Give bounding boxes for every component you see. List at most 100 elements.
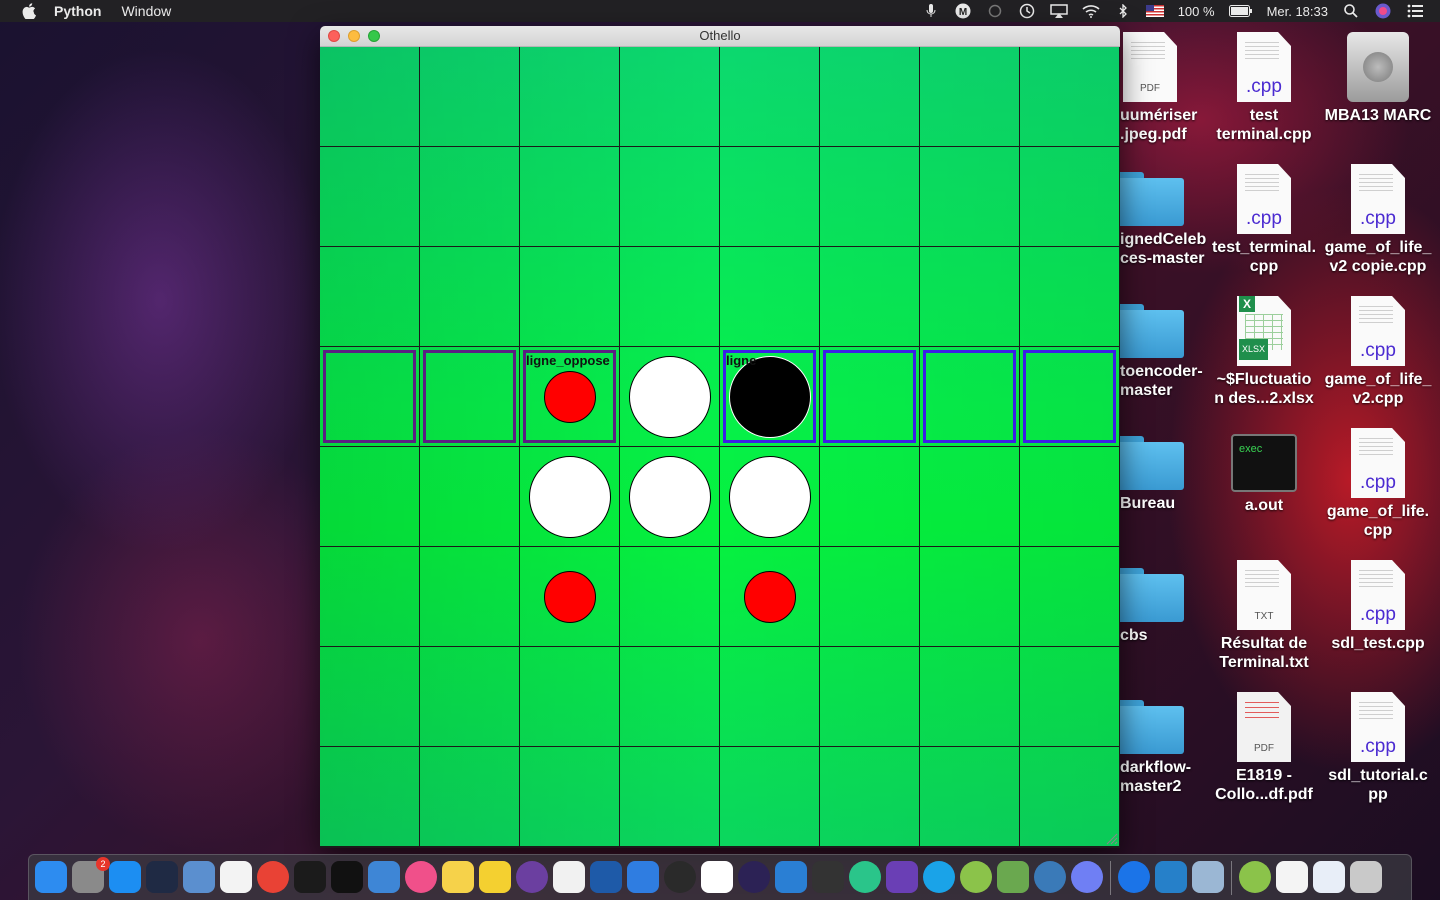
board-cell[interactable] <box>1020 47 1120 147</box>
desktop-item-txt[interactable]: TXT Résultat de Terminal.txt <box>1206 560 1322 672</box>
desktop-item-xlsx[interactable]: X XLSX ~$Fluctuatio n des...2.xlsx <box>1206 296 1322 408</box>
finder-icon[interactable] <box>35 861 67 893</box>
calendar-icon[interactable] <box>220 861 252 893</box>
board-cell[interactable] <box>620 547 720 647</box>
board-cell[interactable] <box>420 147 520 247</box>
board-cell[interactable] <box>1020 747 1120 847</box>
board-cell[interactable] <box>420 47 520 147</box>
app-store-icon[interactable] <box>109 861 141 893</box>
trash-icon[interactable] <box>1350 861 1382 893</box>
board-cell[interactable] <box>820 547 920 647</box>
board-cell[interactable] <box>720 447 820 547</box>
board-cell[interactable] <box>720 547 820 647</box>
board-cell[interactable]: ligne <box>720 347 820 447</box>
battery-percent[interactable]: 100 % <box>1178 4 1215 19</box>
window-titlebar[interactable]: Othello <box>320 26 1120 47</box>
board-cell[interactable] <box>520 147 620 247</box>
board-cell[interactable] <box>820 747 920 847</box>
board-cell[interactable] <box>720 47 820 147</box>
board-cell[interactable] <box>520 547 620 647</box>
file-icon[interactable] <box>1313 861 1345 893</box>
skype-icon[interactable] <box>923 861 955 893</box>
document-icon[interactable] <box>1276 861 1308 893</box>
board-cell[interactable] <box>420 647 520 747</box>
board-cell[interactable] <box>620 347 720 447</box>
preview-icon[interactable] <box>183 861 215 893</box>
board-cell[interactable] <box>620 447 720 547</box>
airplay-icon[interactable] <box>1049 3 1068 19</box>
board-cell[interactable] <box>620 647 720 747</box>
board-cell[interactable] <box>320 747 420 847</box>
board-cell[interactable] <box>920 647 1020 747</box>
board-cell[interactable] <box>820 647 920 747</box>
board-cell[interactable] <box>720 247 820 347</box>
desktop-item-cpp[interactable]: .cpp game_of_life_ v2 copie.cpp <box>1320 164 1436 276</box>
bluetooth-icon[interactable] <box>1114 3 1132 19</box>
board-cell[interactable] <box>620 147 720 247</box>
board-cell[interactable] <box>920 47 1020 147</box>
board-cell[interactable] <box>420 247 520 347</box>
board-cell[interactable] <box>320 647 420 747</box>
othello-board[interactable]: ligne_oppose ligne <box>320 47 1120 847</box>
chrome-icon[interactable] <box>257 861 289 893</box>
board-cell[interactable] <box>320 447 420 547</box>
board-cell[interactable] <box>1020 547 1120 647</box>
board-cell[interactable] <box>420 447 520 547</box>
app-menu-python[interactable]: Python <box>54 3 101 19</box>
board-cell[interactable] <box>520 247 620 347</box>
notification-center-icon[interactable] <box>1406 3 1424 19</box>
time-machine-icon[interactable] <box>1018 3 1036 19</box>
board-cell[interactable] <box>1020 447 1120 547</box>
wifi-icon[interactable] <box>1082 3 1100 19</box>
atom-icon[interactable] <box>849 861 881 893</box>
board-cell[interactable] <box>320 347 420 447</box>
github-icon[interactable] <box>516 861 548 893</box>
board-cell[interactable] <box>620 47 720 147</box>
battery-icon[interactable] <box>1228 3 1253 19</box>
menubar-clock[interactable]: Mer. 18:33 <box>1267 4 1328 19</box>
eclipse-icon[interactable] <box>738 861 770 893</box>
board-cell[interactable] <box>920 347 1020 447</box>
board-cell[interactable] <box>1020 147 1120 247</box>
board-cell[interactable] <box>820 147 920 247</box>
board-cell[interactable] <box>920 547 1020 647</box>
textedit-icon[interactable] <box>553 861 585 893</box>
vscode-icon[interactable] <box>1155 861 1187 893</box>
xcode-icon[interactable] <box>368 861 400 893</box>
board-cell[interactable] <box>820 347 920 447</box>
reminders-icon[interactable] <box>701 861 733 893</box>
board-cell[interactable] <box>320 147 420 247</box>
system-preferences-icon[interactable]: 2 <box>72 857 110 893</box>
board-cell[interactable] <box>720 647 820 747</box>
itunes-icon[interactable] <box>405 861 437 893</box>
desktop-item-cpp[interactable]: .cpp sdl_tutorial.c pp <box>1320 692 1436 804</box>
board-cell[interactable] <box>420 347 520 447</box>
desktop-item-pdf2[interactable]: PDF E1819 - Collo...df.pdf <box>1206 692 1322 804</box>
board-cell[interactable] <box>320 47 420 147</box>
microphone-icon[interactable] <box>922 3 940 19</box>
board-cell[interactable] <box>620 747 720 847</box>
network-icon[interactable] <box>1034 861 1066 893</box>
screenshot-icon[interactable] <box>1192 861 1224 893</box>
spotlight-search-icon[interactable] <box>1342 3 1360 19</box>
pi-icon[interactable] <box>664 861 696 893</box>
board-cell[interactable] <box>820 447 920 547</box>
board-cell[interactable] <box>820 247 920 347</box>
board-cell[interactable] <box>920 247 1020 347</box>
desktop-item-cpp[interactable]: .cpp game_of_life. cpp <box>1320 428 1436 540</box>
board-cell[interactable] <box>720 747 820 847</box>
desktop-item-cpp[interactable]: .cpp test_terminal. cpp <box>1206 164 1322 276</box>
m-app-icon[interactable]: M <box>954 3 972 19</box>
vscode-like-icon[interactable] <box>590 861 622 893</box>
python-launcher-icon[interactable] <box>442 861 474 893</box>
board-cell[interactable] <box>820 47 920 147</box>
android-studio-icon[interactable] <box>997 861 1029 893</box>
cyberduck-icon[interactable] <box>479 861 511 893</box>
desktop-item-cpp[interactable]: .cpp sdl_test.cpp <box>1320 560 1436 653</box>
board-cell[interactable] <box>420 547 520 647</box>
siri-icon[interactable] <box>1374 3 1392 19</box>
activity-monitor-icon[interactable] <box>294 861 326 893</box>
board-cell[interactable] <box>620 247 720 347</box>
android-transfer-icon[interactable] <box>1239 861 1271 893</box>
board-cell[interactable] <box>520 447 620 547</box>
